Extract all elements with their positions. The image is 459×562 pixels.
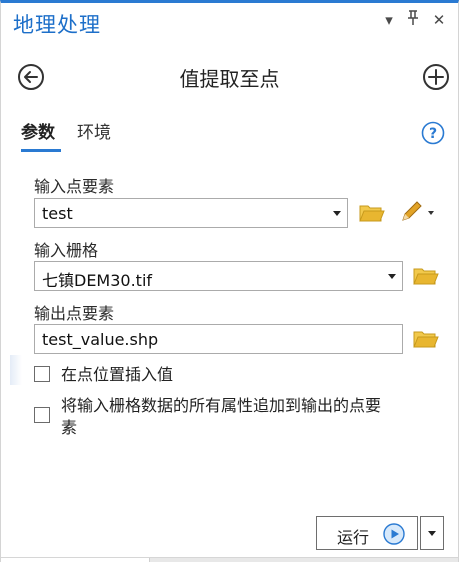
- help-icon[interactable]: ?: [421, 121, 445, 145]
- focus-accent: [10, 355, 22, 385]
- run-options-button[interactable]: [420, 516, 444, 550]
- pane-bottom-tabstrip: [1, 557, 458, 562]
- interpolate-checkbox[interactable]: [34, 366, 50, 382]
- interpolate-option[interactable]: 在点位置插入值: [34, 364, 434, 388]
- output-points-label: 输出点要素: [34, 304, 115, 323]
- dropdown-icon[interactable]: ▾: [379, 10, 399, 30]
- interpolate-label: 在点位置插入值: [61, 365, 174, 384]
- chevron-down-icon[interactable]: [333, 211, 341, 216]
- tab-parameters[interactable]: 参数: [21, 118, 55, 143]
- tool-header: 值提取至点: [1, 61, 458, 95]
- append-attributes-option[interactable]: 将输入栅格数据的所有属性追加到输出的点要 素: [34, 395, 434, 443]
- input-raster-combo[interactable]: 七镇DEM30.tif: [34, 261, 403, 291]
- input-points-label: 输入点要素: [34, 177, 115, 196]
- input-raster-value: 七镇DEM30.tif: [42, 271, 153, 290]
- geoprocessing-pane: 地理处理 ▾ ✕ 值提取至点 参数 环境 ? 输入点要素 test 输入栅格 七…: [0, 0, 459, 562]
- svg-text:?: ?: [429, 126, 437, 142]
- pin-icon[interactable]: [403, 10, 423, 30]
- run-button[interactable]: 运行: [316, 516, 418, 550]
- output-points-value: test_value.shp: [42, 330, 159, 349]
- pane-title: 地理处理: [13, 13, 101, 37]
- append-attributes-label-line2: 素: [61, 418, 78, 437]
- append-attributes-checkbox[interactable]: [34, 407, 50, 423]
- tool-title: 值提取至点: [179, 67, 280, 91]
- run-label: 运行: [337, 528, 370, 547]
- chevron-down-icon: [428, 531, 436, 536]
- append-attributes-label-line1: 将输入栅格数据的所有属性追加到输出的点要: [61, 396, 382, 415]
- play-icon: [383, 523, 405, 545]
- run-controls: 运行: [316, 516, 444, 550]
- input-points-combo[interactable]: test: [34, 198, 348, 228]
- pencil-icon[interactable]: [399, 200, 437, 224]
- folder-icon[interactable]: [359, 202, 385, 224]
- input-points-value: test: [42, 204, 73, 223]
- pane-titlebar: 地理处理 ▾ ✕: [1, 3, 458, 43]
- chevron-down-icon[interactable]: [388, 274, 396, 279]
- tab-environments[interactable]: 环境: [77, 118, 111, 143]
- add-icon[interactable]: [422, 63, 450, 91]
- folder-icon[interactable]: [413, 265, 439, 287]
- input-raster-label: 输入栅格: [34, 241, 99, 260]
- bottom-tab[interactable]: [1, 558, 150, 562]
- output-points-field[interactable]: test_value.shp: [34, 324, 403, 354]
- close-icon[interactable]: ✕: [429, 10, 449, 30]
- folder-icon[interactable]: [413, 328, 439, 350]
- active-tab-indicator: [21, 149, 61, 152]
